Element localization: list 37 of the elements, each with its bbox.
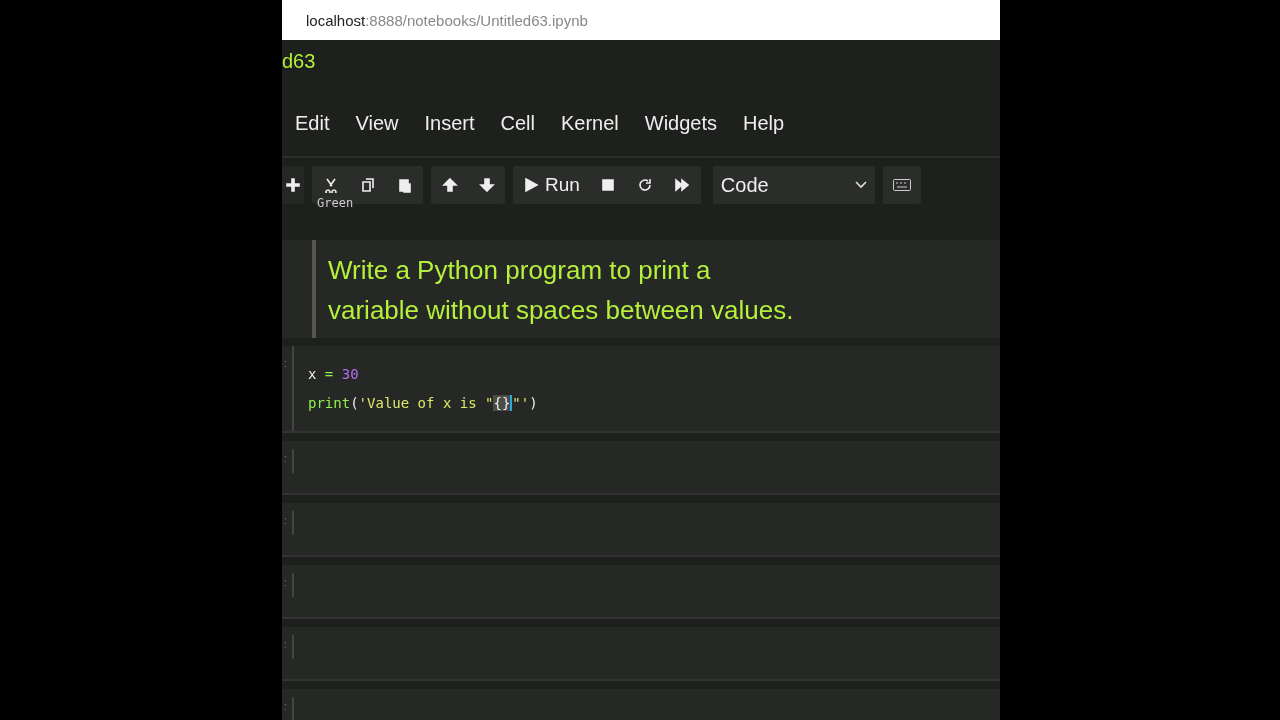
restart-icon	[637, 177, 654, 193]
cell-prompt: :	[282, 573, 294, 597]
menu-item[interactable]: Widgets	[631, 111, 730, 135]
url-path: :8888/notebooks/Untitled63.ipynb	[365, 11, 588, 29]
cell-prompt: :	[282, 697, 294, 720]
copy-icon	[359, 177, 376, 193]
run-button[interactable]: Run	[513, 166, 590, 204]
cell-prompt: :	[282, 635, 294, 659]
menu-item[interactable]: View	[342, 111, 412, 135]
run-icon	[523, 177, 539, 193]
notebook-title[interactable]: d63	[282, 40, 1000, 90]
code-line: print('Value of x is "{}"')	[308, 394, 538, 413]
cell-type-dropdown[interactable]: Code	[712, 166, 875, 204]
fast-forward-icon	[674, 177, 691, 193]
menu-item[interactable]: Kernel	[547, 111, 632, 135]
markdown-text: Write a Python program to print a variable without spaces between values.	[312, 240, 794, 338]
add-icon	[285, 177, 301, 193]
keyboard-icon	[892, 179, 911, 191]
cell-prompt: :	[282, 449, 294, 473]
stop-icon	[600, 177, 617, 193]
menu-item[interactable]: Insert	[411, 111, 488, 135]
address-bar[interactable]: localhost:8888/notebooks/Untitled63.ipynb	[282, 0, 1000, 40]
chevron-down-icon	[854, 181, 867, 189]
cell-prompt: :	[282, 511, 294, 535]
up-icon	[441, 177, 458, 193]
paste-icon	[396, 177, 413, 193]
down-icon	[478, 177, 495, 193]
menu-item[interactable]: Help	[730, 111, 798, 135]
url-host: localhost	[306, 11, 366, 29]
tooltip-text: Green	[317, 196, 354, 210]
menu-item[interactable]: Cell	[487, 111, 548, 135]
add-button[interactable]	[282, 166, 304, 204]
menu-item[interactable]: Edit	[282, 111, 343, 135]
code-cell[interactable]: : x = 30 print('Value of x is "{}"')	[282, 346, 1000, 433]
cell-prompt: :	[283, 357, 288, 371]
code-line: x = 30	[308, 365, 360, 384]
keyboard-button[interactable]	[882, 166, 921, 204]
